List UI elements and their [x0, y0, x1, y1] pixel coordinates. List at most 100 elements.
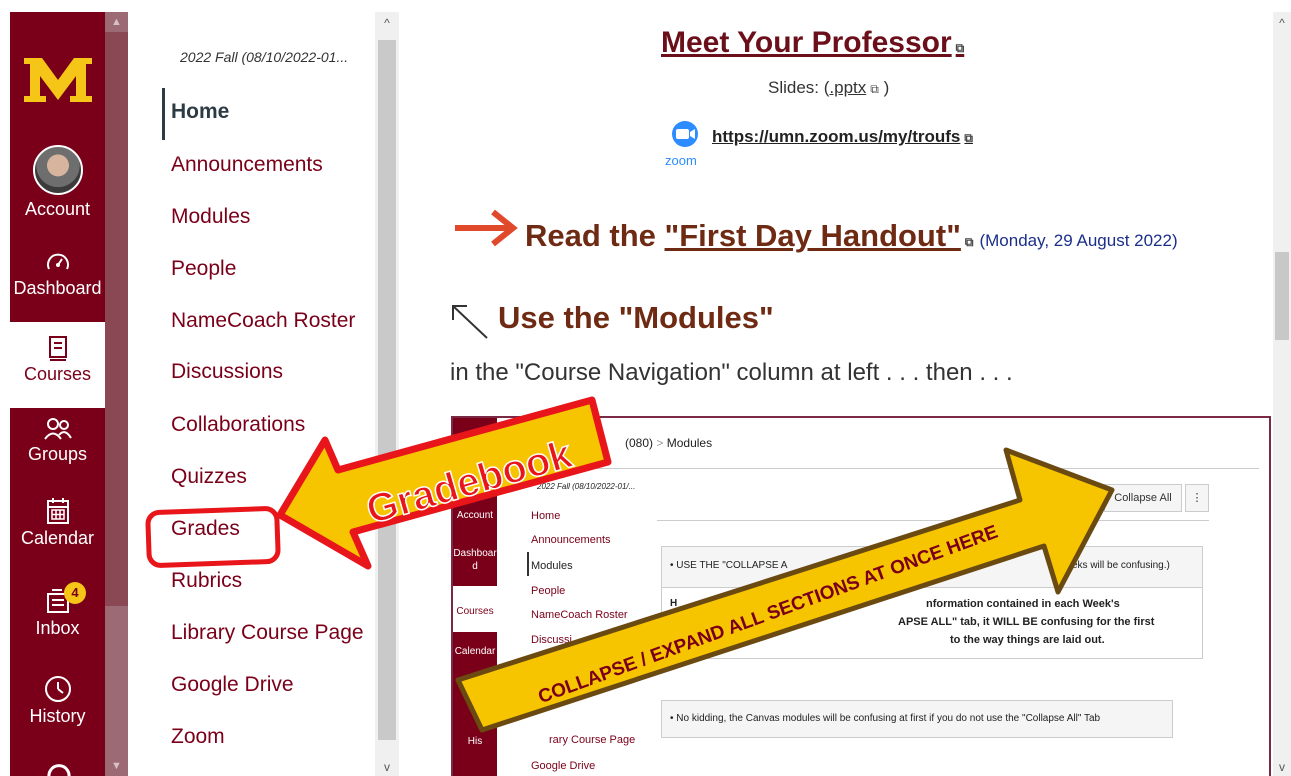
course-nav-people[interactable]: People [171, 257, 236, 281]
course-nav-zoom[interactable]: Zoom [171, 725, 225, 749]
slides-pptx-link[interactable]: .pptx [829, 78, 866, 97]
university-logo[interactable] [18, 50, 98, 110]
professor-heading[interactable]: Meet Your Professor ⧉ [661, 26, 964, 60]
embedded-nav-library: rary Course Page [549, 734, 636, 746]
nav-inbox-label: Inbox [35, 618, 80, 638]
slides-suffix: ) [883, 78, 890, 97]
scroll-down-icon[interactable]: ▼ [105, 756, 128, 776]
scroll-up-icon[interactable]: ^ [1273, 14, 1291, 32]
course-nav-quizzes[interactable]: Quizzes [171, 465, 247, 489]
nav-calendar[interactable]: Calendar [10, 496, 105, 549]
embedded-dashboard-label-2: d [472, 561, 478, 572]
embedded-kebab-menu[interactable]: ⋮ [1185, 484, 1209, 512]
nav-groups-label: Groups [27, 444, 88, 464]
inbox-unread-badge: 4 [64, 582, 86, 604]
embedded-para-line-2: APSE ALL" tab, it WILL BE confusing for … [898, 616, 1155, 628]
nav-groups[interactable]: Groups [10, 416, 105, 465]
embedded-note-box-1: • USE THE "COLLAPSE A eks will be confus… [661, 546, 1203, 588]
course-nav-scrollbar[interactable]: ^ v [375, 12, 399, 776]
embedded-global-nav: Account Dashboar d Courses Calendar His [453, 418, 497, 776]
course-nav-modules[interactable]: Modules [171, 205, 250, 229]
embedded-nav-home: Home [531, 510, 561, 522]
nav-account[interactable]: Account [10, 145, 105, 220]
active-indicator [162, 88, 165, 140]
embedded-note-2: • No kidding, the Canvas modules will be… [670, 713, 1101, 724]
scroll-thumb[interactable] [1275, 252, 1289, 340]
course-nav-library[interactable]: Library Course Page [171, 621, 364, 645]
external-link-icon: ⧉ [964, 131, 973, 145]
embedded-note-1-right: eks will be confusing.) [1072, 560, 1170, 571]
nav-dashboard-label: Dashboard [13, 278, 102, 298]
external-link-icon: ⧉ [955, 41, 965, 55]
global-nav-scrollbar[interactable]: ▲ ▼ [105, 12, 128, 776]
zoom-link-text[interactable]: https://umn.zoom.us/my/troufs [712, 127, 960, 146]
scroll-down-icon[interactable]: v [1273, 758, 1291, 776]
course-nav-discussions[interactable]: Discussions [171, 360, 283, 384]
embedded-nav-modules: Modules [531, 560, 573, 572]
external-link-icon: ⧉ [870, 82, 879, 96]
help-icon[interactable] [46, 762, 72, 776]
nav-dashboard[interactable]: Dashboard [10, 250, 105, 299]
course-nav-announcements[interactable]: Announcements [171, 153, 323, 177]
embedded-breadcrumb: (080) > Modules [625, 436, 712, 450]
scroll-up-icon[interactable]: ▲ [105, 12, 128, 32]
embedded-para-box: H nformation contained in each Week's AP… [661, 586, 1203, 659]
main-content: Meet Your Professor ⧉ Slides: (.pptx ⧉ ) z… [399, 12, 1273, 776]
embedded-courses-label: Courses [456, 606, 494, 617]
embedded-para-left: H [670, 598, 678, 609]
course-nav-collaborations[interactable]: Collaborations [171, 413, 305, 437]
course-nav-namecoach[interactable]: NameCoach Roster [171, 309, 355, 333]
history-icon [44, 676, 71, 702]
embedded-note-1-left: • USE THE "COLLAPSE A [670, 560, 788, 571]
course-nav: 2022 Fall (08/10/2022-01... Home Announc… [128, 12, 375, 776]
embedded-nav-namecoach: NameCoach Roster [531, 609, 628, 621]
nav-inbox[interactable]: 4 Inbox [10, 582, 105, 639]
external-link-icon: ⧉ [964, 235, 974, 249]
course-nav-google-drive[interactable]: Google Drive [171, 673, 294, 697]
scroll-thumb[interactable] [105, 32, 128, 606]
nav-courses[interactable]: Courses [10, 322, 105, 408]
dashboard-icon [46, 253, 69, 270]
embedded-nav-announcements: Announcements [531, 534, 611, 546]
course-nav-rubrics[interactable]: Rubrics [171, 569, 242, 593]
nav-calendar-label: Calendar [20, 528, 95, 548]
embedded-collapse-all-button[interactable]: Collapse All [1104, 484, 1182, 512]
embedded-account-label: Account [456, 510, 494, 521]
course-nav-home[interactable]: Home [171, 100, 229, 124]
embedded-toolbar-divider [657, 520, 1209, 521]
modules-heading: Use the "Modules" [498, 300, 774, 335]
nav-history-label: History [29, 706, 86, 726]
main-scrollbar[interactable]: ^ v [1273, 12, 1291, 776]
avatar [32, 145, 83, 195]
zoom-link[interactable]: https://umn.zoom.us/my/troufs ⧉ [712, 127, 973, 147]
embedded-para-line-3: to the way things are laid out. [950, 634, 1105, 646]
scroll-thumb[interactable] [378, 40, 396, 740]
handout-date: (Monday, 29 August 2022) [979, 231, 1178, 250]
embedded-note-box-2: • No kidding, the Canvas modules will be… [661, 700, 1173, 738]
first-day-handout-link[interactable]: "First Day Handout" [665, 218, 961, 253]
scroll-down-icon[interactable]: v [375, 758, 399, 776]
nav-history[interactable]: History [10, 674, 105, 727]
embedded-active-bar [527, 552, 529, 576]
embedded-term: 2022 Fall (08/10/2022-01/... [537, 482, 636, 491]
scroll-up-icon[interactable]: ^ [375, 14, 399, 32]
groups-icon [43, 418, 72, 440]
zoom-label: zoom [665, 153, 697, 168]
course-term: 2022 Fall (08/10/2022-01... [180, 49, 349, 65]
embedded-modules-screenshot: Account Dashboar d Courses Calendar His … [451, 416, 1271, 776]
slides-prefix: Slides: ( [768, 78, 830, 97]
embedded-header-divider [511, 468, 1259, 469]
nav-account-label: Account [24, 199, 91, 219]
embedded-breadcrumb-code: (080) [625, 436, 654, 450]
professor-heading-text[interactable]: Meet Your Professor [661, 26, 952, 59]
embedded-history-label: His [467, 736, 483, 747]
embedded-dashboard-label: Dashboar [453, 548, 497, 559]
nav-courses-label: Courses [23, 364, 92, 384]
course-nav-grades[interactable]: Grades [171, 517, 240, 541]
embedded-para-line-1: nformation contained in each Week's [926, 598, 1120, 610]
zoom-icon [672, 121, 698, 147]
calendar-icon [46, 498, 69, 524]
embedded-nav-people: People [531, 585, 566, 597]
zoom-logo: zoom [665, 120, 709, 168]
embedded-breadcrumb-sep: > [656, 436, 664, 450]
